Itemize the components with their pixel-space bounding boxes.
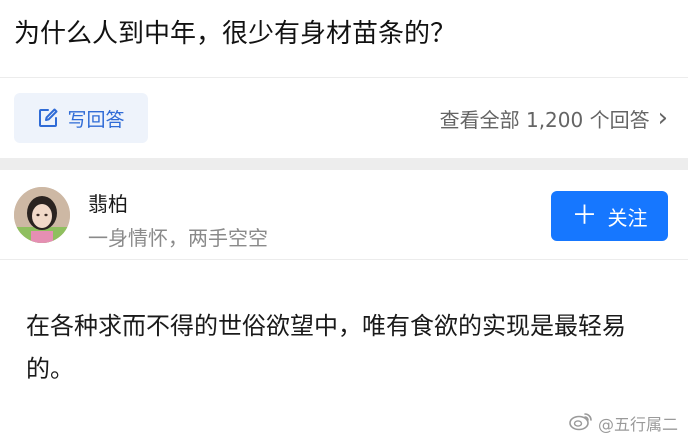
follow-label: 关注 [607, 205, 648, 230]
plus-icon: ＋ [571, 201, 598, 231]
answer-actions-row: 写回答 查看全部 1,200 个回答 › [0, 78, 688, 158]
write-answer-label: 写回答 [67, 108, 125, 131]
author-row: 翡柏 一身情怀，两手空空 ＋ 关注 [0, 170, 688, 260]
question-header: 为什么人到中年，很少有身材苗条的？ [0, 0, 688, 78]
follow-button[interactable]: ＋ 关注 [551, 191, 668, 241]
avatar[interactable] [14, 187, 70, 243]
author-name[interactable]: 翡柏 [88, 188, 128, 217]
edit-icon [37, 107, 59, 129]
write-answer-button[interactable]: 写回答 [14, 93, 148, 143]
watermark-text: @五行属二 [597, 415, 678, 434]
question-title[interactable]: 为什么人到中年，很少有身材苗条的？ [14, 14, 456, 54]
weibo-logo-icon [569, 411, 593, 435]
author-bio: 一身情怀，两手空空 [88, 226, 268, 250]
watermark: @五行属二 [569, 410, 678, 436]
view-all-answers-link[interactable]: 查看全部 1,200 个回答 › [440, 78, 668, 158]
section-divider [0, 158, 688, 170]
answer-content[interactable]: 在各种求而不得的世俗欲望中，唯有食欲的实现是最轻易的。 [26, 305, 666, 391]
chevron-right-icon: › [657, 103, 668, 133]
view-all-label: 查看全部 1,200 个回答 [439, 107, 650, 132]
